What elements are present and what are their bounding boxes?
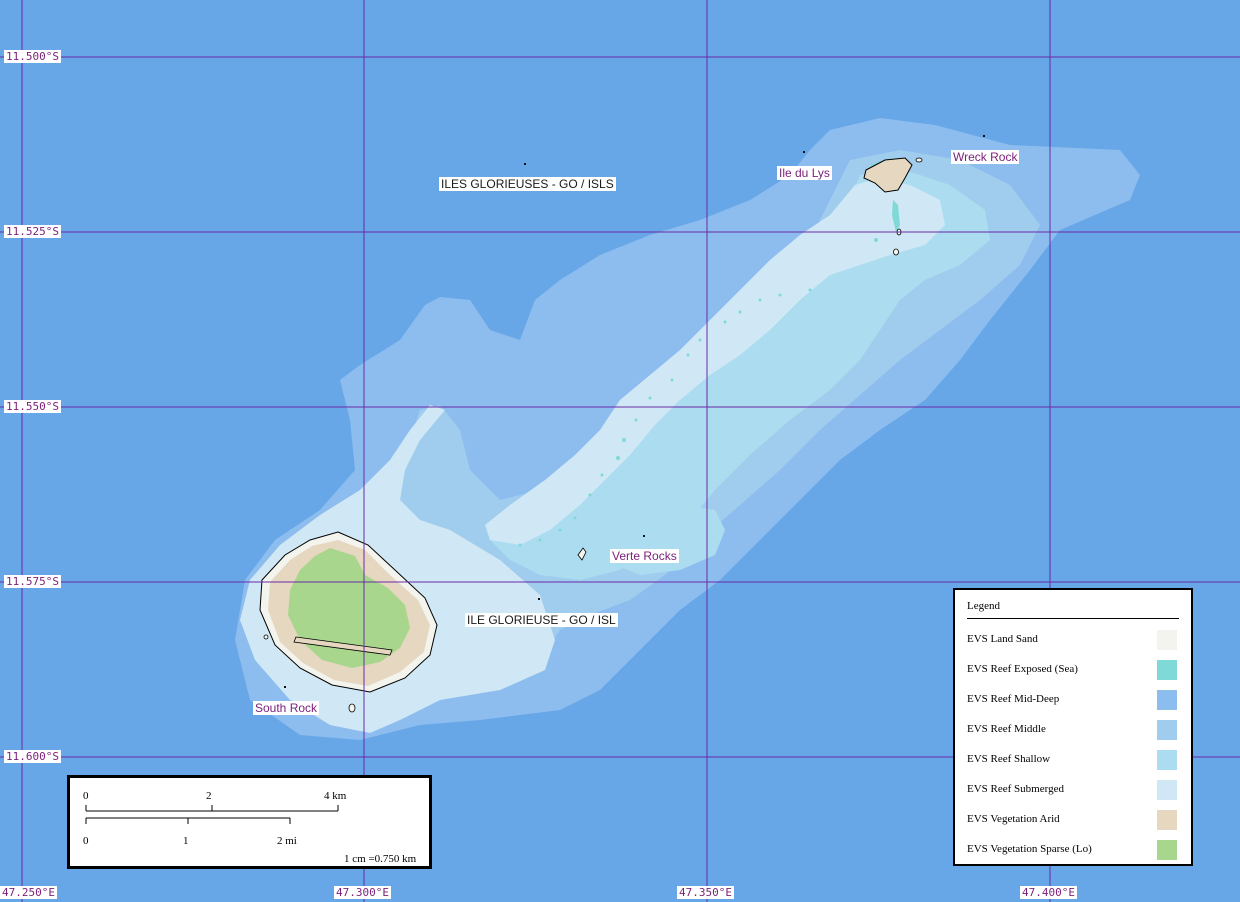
lat-label-11-550: 11.550°S: [4, 400, 61, 413]
lon-label-47-300: 47.300°E: [334, 886, 391, 899]
legend-swatch: [1157, 690, 1177, 710]
place-label-ile-glorieuse[interactable]: ILE GLORIEUSE - GO / ISL: [465, 613, 618, 627]
scale-ratio: 1 cm =0.750 km: [344, 853, 417, 865]
south-rock-islet: [348, 703, 356, 713]
lat-label-11-575: 11.575°S: [4, 575, 61, 588]
legend-item-reef-submerged: EVS Reef Submerged: [967, 780, 1179, 800]
lon-label-47-250: 47.250°E: [0, 886, 57, 899]
legend-title: Legend: [967, 600, 1000, 612]
legend-item-vegetation-arid: EVS Vegetation Arid: [967, 810, 1179, 830]
place-label-verte-rocks[interactable]: Verte Rocks: [610, 549, 679, 563]
legend-item-land-sand: EVS Land Sand: [967, 630, 1179, 650]
legend-item-label: EVS Reef Exposed (Sea): [967, 663, 1078, 675]
point-marker-iles-glorieuses: [524, 163, 526, 165]
scale-mi-tick-2: 2 mi: [277, 835, 297, 847]
place-label-ile-du-lys[interactable]: Ile du Lys: [777, 166, 832, 180]
lat-label-11-600: 11.600°S: [4, 750, 61, 763]
legend-item-label: EVS Reef Middle: [967, 723, 1046, 735]
lat-label-11-500: 11.500°S: [4, 50, 61, 63]
legend-swatch: [1157, 810, 1177, 830]
small-islet-west: [263, 634, 269, 640]
legend-item-vegetation-sparse: EVS Vegetation Sparse (Lo): [967, 840, 1179, 860]
lat-label-11-525: 11.525°S: [4, 225, 61, 238]
place-label-wreck-rock[interactable]: Wreck Rock: [951, 150, 1020, 164]
legend-item-reef-exposed: EVS Reef Exposed (Sea): [967, 660, 1179, 680]
legend-divider: [967, 618, 1179, 619]
scale-mi-tick-1: 1: [183, 835, 189, 847]
ile-du-lys-rock: [915, 157, 923, 163]
lon-label-47-400: 47.400°E: [1020, 886, 1077, 899]
legend-item-label: EVS Vegetation Arid: [967, 813, 1060, 825]
legend-item-reef-mid-deep: EVS Reef Mid-Deep: [967, 690, 1179, 710]
rock-islet-b: [893, 248, 899, 256]
legend-item-label: EVS Reef Mid-Deep: [967, 693, 1060, 705]
legend-item-reef-middle: EVS Reef Middle: [967, 720, 1179, 740]
point-marker-ile-du-lys: [803, 151, 805, 153]
place-label-south-rock[interactable]: South Rock: [253, 701, 320, 715]
map-legend: Legend EVS Land Sand EVS Reef Exposed (S…: [953, 588, 1193, 866]
legend-swatch: [1157, 750, 1177, 770]
point-marker-south-rock: [284, 686, 286, 688]
scale-mi-tick-0: 0: [83, 835, 89, 847]
point-marker-ile-glorieuse: [538, 598, 540, 600]
legend-item-label: EVS Reef Shallow: [967, 753, 1051, 765]
legend-swatch: [1157, 840, 1177, 860]
legend-swatch: [1157, 720, 1177, 740]
legend-item-label: EVS Vegetation Sparse (Lo): [967, 843, 1092, 855]
legend-item-label: EVS Land Sand: [967, 633, 1038, 645]
legend-item-reef-shallow: EVS Reef Shallow: [967, 750, 1179, 770]
legend-swatch: [1157, 780, 1177, 800]
place-label-iles-glorieuses[interactable]: ILES GLORIEUSES - GO / ISLS: [439, 177, 616, 191]
point-marker-verte-rocks: [643, 535, 645, 537]
legend-swatch: [1157, 630, 1177, 650]
lon-label-47-350: 47.350°E: [677, 886, 734, 899]
scale-bar: 0 2 4 km 0 1 2 mi 1 cm =0.750 km: [67, 775, 432, 869]
point-marker-wreck-rock: [983, 135, 985, 137]
legend-item-label: EVS Reef Submerged: [967, 783, 1064, 795]
legend-swatch: [1157, 660, 1177, 680]
